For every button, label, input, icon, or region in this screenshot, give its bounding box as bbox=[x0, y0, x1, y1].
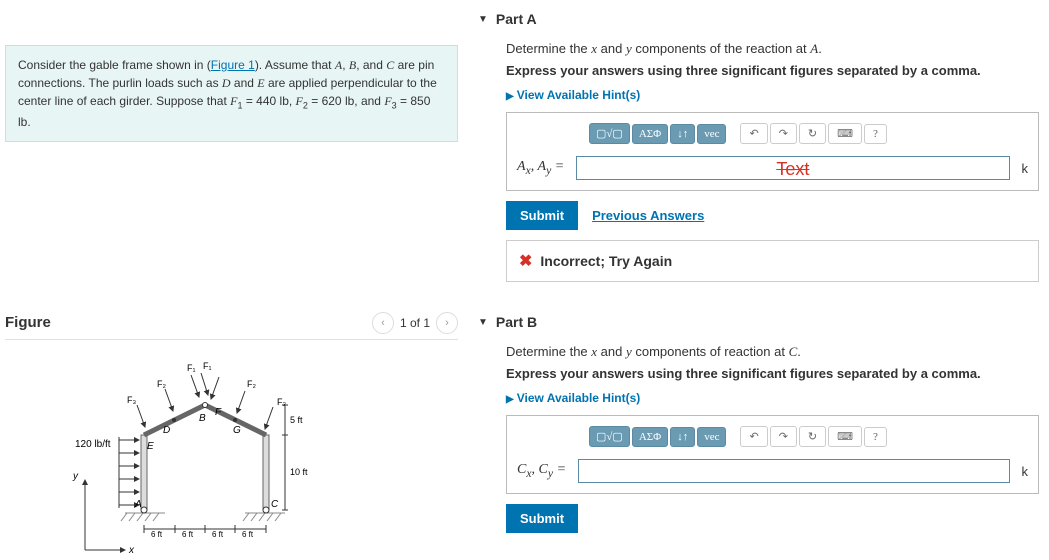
part-a-unit: k bbox=[1018, 161, 1029, 176]
redo-button[interactable]: ↷ bbox=[770, 426, 797, 447]
greek-button[interactable]: ΑΣΦ bbox=[632, 124, 668, 144]
templates-button[interactable]: ▢√▢ bbox=[589, 123, 630, 144]
svg-text:6 ft: 6 ft bbox=[242, 530, 254, 539]
part-a-hints-toggle[interactable]: ▶View Available Hint(s) bbox=[506, 88, 1039, 102]
svg-text:B: B bbox=[199, 413, 206, 424]
triangle-right-icon: ▶ bbox=[506, 394, 514, 405]
subscript-button[interactable]: ↓↑ bbox=[670, 427, 695, 447]
help-button[interactable]: ? bbox=[864, 427, 887, 447]
redo-button[interactable]: ↷ bbox=[770, 123, 797, 144]
svg-text:F₂: F₂ bbox=[247, 379, 256, 389]
svg-text:C: C bbox=[271, 499, 279, 510]
part-b-question: Determine the x and y components of reac… bbox=[506, 344, 1039, 360]
answer-toolbar: ▢√▢ ΑΣΦ ↓↑ vec ↶ ↷ ↻ ⌨ ? bbox=[517, 426, 1028, 447]
greek-button[interactable]: ΑΣΦ bbox=[632, 427, 668, 447]
figure-title: Figure bbox=[5, 314, 372, 331]
templates-button[interactable]: ▢√▢ bbox=[589, 426, 630, 447]
vec-button[interactable]: vec bbox=[697, 427, 726, 447]
part-b-unit: k bbox=[1018, 464, 1029, 479]
figure-prev-button[interactable]: ‹ bbox=[372, 312, 394, 334]
part-b-var-label: Cx, Cy = bbox=[517, 462, 570, 480]
vec-button[interactable]: vec bbox=[697, 124, 726, 144]
dist-load-label: 120 lb/ft bbox=[75, 439, 111, 450]
part-a-submit-button[interactable]: Submit bbox=[506, 201, 578, 230]
part-b-answer-box: ▢√▢ ΑΣΦ ↓↑ vec ↶ ↷ ↻ ⌨ ? Cx, Cy = k bbox=[506, 415, 1039, 494]
svg-text:F₁: F₁ bbox=[203, 361, 212, 371]
part-a-var-label: Ax, Ay = bbox=[517, 159, 568, 177]
svg-text:A: A bbox=[134, 499, 142, 510]
problem-statement: Consider the gable frame shown in (Figur… bbox=[5, 45, 458, 142]
part-a-instruction: Express your answers using three signifi… bbox=[506, 63, 1039, 78]
part-a-answer-input[interactable]: Text bbox=[576, 156, 1009, 180]
part-b-instruction: Express your answers using three signifi… bbox=[506, 366, 1039, 381]
subscript-button[interactable]: ↓↑ bbox=[670, 124, 695, 144]
part-a-header[interactable]: ▼ Part A bbox=[478, 5, 1039, 33]
svg-text:F₃: F₃ bbox=[127, 395, 136, 405]
svg-text:F₁: F₁ bbox=[187, 363, 196, 373]
part-a-feedback: ✖ Incorrect; Try Again bbox=[506, 240, 1039, 282]
part-b-title: Part B bbox=[496, 314, 537, 330]
part-a-title: Part A bbox=[496, 11, 537, 27]
part-b-submit-button[interactable]: Submit bbox=[506, 504, 578, 533]
triangle-right-icon: ▶ bbox=[506, 91, 514, 102]
figure-next-button[interactable]: › bbox=[436, 312, 458, 334]
svg-text:G: G bbox=[233, 425, 241, 436]
figure-link[interactable]: Figure 1 bbox=[211, 58, 255, 72]
svg-text:E: E bbox=[147, 441, 154, 452]
help-button[interactable]: ? bbox=[864, 124, 887, 144]
svg-text:F: F bbox=[215, 407, 222, 418]
reset-button[interactable]: ↻ bbox=[799, 123, 826, 144]
part-b-hints-toggle[interactable]: ▶View Available Hint(s) bbox=[506, 391, 1039, 405]
svg-text:10 ft: 10 ft bbox=[290, 467, 308, 477]
svg-text:5 ft: 5 ft bbox=[290, 415, 303, 425]
caret-down-icon: ▼ bbox=[478, 317, 488, 328]
part-a-answer-box: ▢√▢ ΑΣΦ ↓↑ vec ↶ ↷ ↻ ⌨ ? Ax, Ay = Text k bbox=[506, 112, 1039, 191]
reset-button[interactable]: ↻ bbox=[799, 426, 826, 447]
caret-down-icon: ▼ bbox=[478, 14, 488, 25]
undo-button[interactable]: ↶ bbox=[740, 123, 767, 144]
part-a-previous-answers-link[interactable]: Previous Answers bbox=[592, 208, 704, 223]
part-b-header[interactable]: ▼ Part B bbox=[478, 308, 1039, 336]
svg-text:6 ft: 6 ft bbox=[212, 530, 224, 539]
part-a-question: Determine the x and y components of the … bbox=[506, 41, 1039, 57]
keyboard-button[interactable]: ⌨ bbox=[828, 426, 862, 447]
figure-diagram: 120 lb/ft F₃F₃ F₂F₂ F₁F₁ A C B D E F G 5… bbox=[5, 355, 458, 555]
part-b-answer-input[interactable] bbox=[578, 459, 1009, 483]
svg-text:F₂: F₂ bbox=[157, 379, 166, 389]
keyboard-button[interactable]: ⌨ bbox=[828, 123, 862, 144]
part-a-feedback-text: Incorrect; Try Again bbox=[540, 253, 672, 269]
figure-pager: ‹ 1 of 1 › bbox=[372, 312, 458, 334]
svg-text:y: y bbox=[72, 471, 79, 482]
svg-text:D: D bbox=[163, 425, 170, 436]
figure-header: Figure ‹ 1 of 1 › bbox=[5, 307, 458, 340]
undo-button[interactable]: ↶ bbox=[740, 426, 767, 447]
incorrect-x-icon: ✖ bbox=[519, 251, 532, 271]
svg-text:6 ft: 6 ft bbox=[182, 530, 194, 539]
answer-toolbar: ▢√▢ ΑΣΦ ↓↑ vec ↶ ↷ ↻ ⌨ ? bbox=[517, 123, 1028, 144]
figure-page-label: 1 of 1 bbox=[400, 316, 430, 330]
svg-text:6 ft: 6 ft bbox=[151, 530, 163, 539]
svg-text:x: x bbox=[128, 545, 135, 555]
